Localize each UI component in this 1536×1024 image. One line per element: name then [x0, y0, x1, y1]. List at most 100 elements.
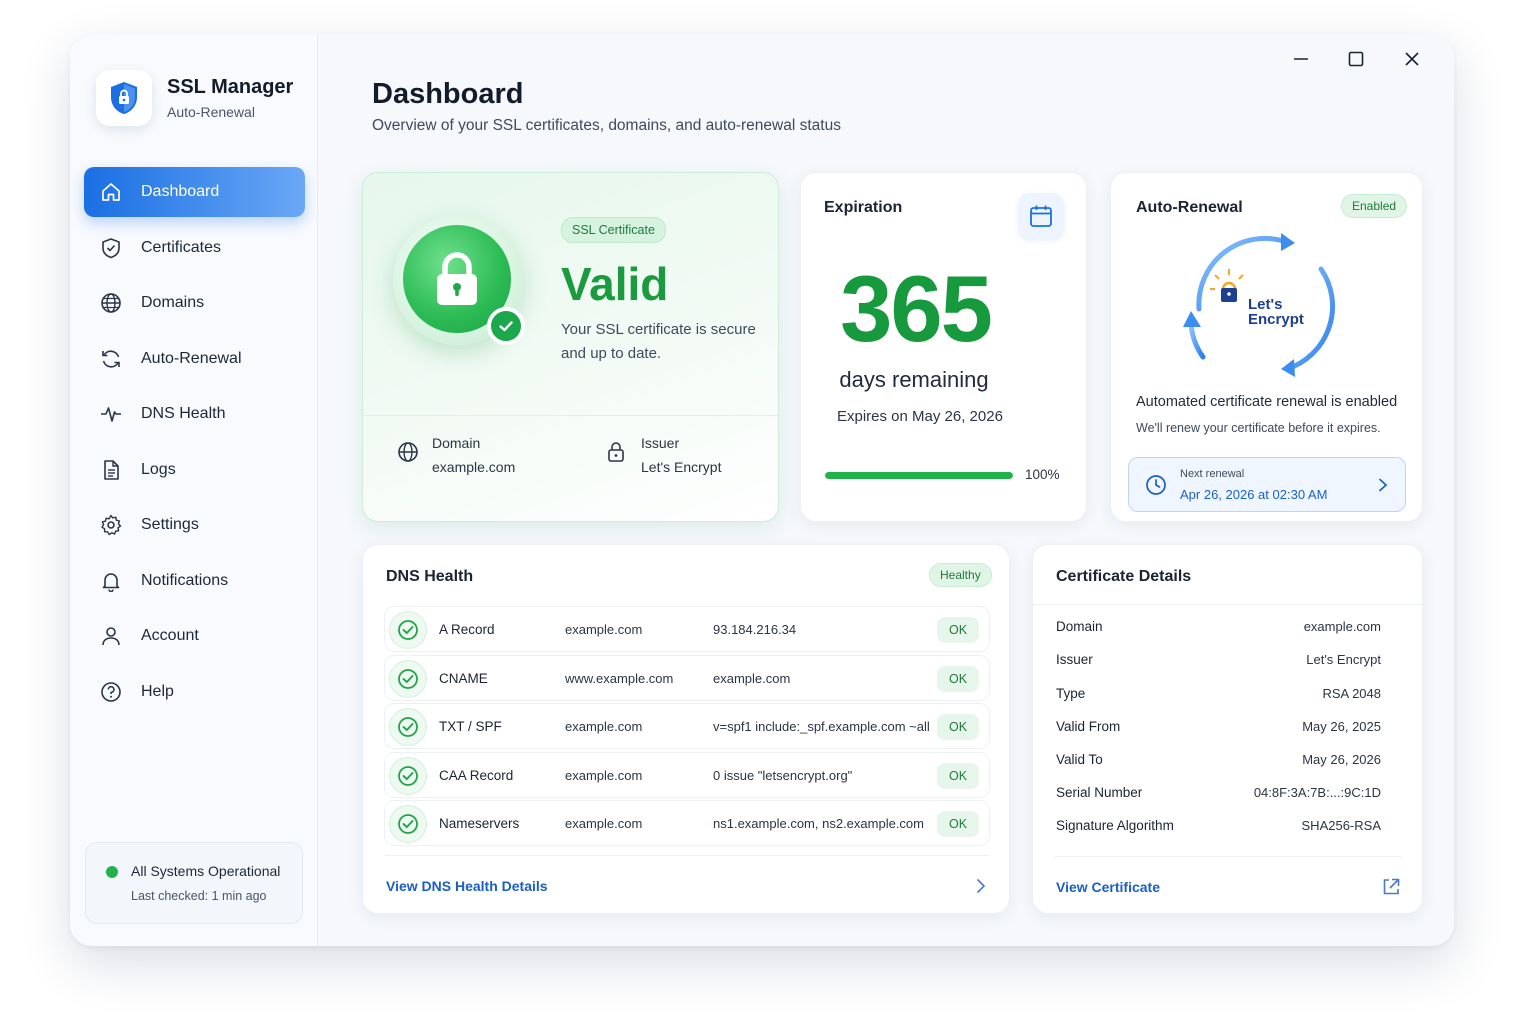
detail-value: May 26, 2025: [1302, 719, 1381, 734]
next-renewal-button[interactable]: Next renewal Apr 26, 2026 at 02:30 AM: [1128, 457, 1406, 512]
detail-row: Issuer Let's Encrypt: [1056, 652, 1381, 667]
view-dns-health-details-link[interactable]: View DNS Health Details: [386, 878, 548, 894]
auto-renewal-card: Auto-Renewal Enabled Let's Encrypt Autom…: [1110, 172, 1423, 522]
domain-label: Domain: [432, 435, 481, 451]
table-row[interactable]: TXT / SPF example.com v=spf1 include:_sp…: [384, 703, 990, 749]
chevron-right-icon[interactable]: [975, 878, 987, 894]
enabled-badge: Enabled: [1341, 194, 1408, 218]
status-badge: OK: [937, 617, 979, 643]
sidebar-item-certificates[interactable]: Certificates: [84, 223, 305, 273]
record-host: example.com: [565, 622, 643, 637]
record-host: example.com: [565, 816, 643, 831]
detail-label: Valid From: [1056, 719, 1121, 734]
status-last-checked: Last checked: 1 min ago: [131, 889, 267, 903]
bell-icon: [100, 570, 122, 592]
lets-encrypt-logo-line2: Encrypt: [1248, 311, 1304, 328]
record-type: CNAME: [439, 671, 488, 686]
domain-value: example.com: [432, 459, 516, 475]
progress-percent: 100%: [1025, 467, 1060, 482]
app-subtitle: Auto-Renewal: [167, 104, 255, 120]
ssl-issuer-info: Issuer Let's Encrypt: [606, 435, 722, 475]
sidebar-item-label: Dashboard: [141, 183, 220, 200]
expires-on-text: Expires on May 26, 2026: [837, 408, 1003, 425]
progress-fill: [825, 472, 1013, 479]
sidebar-item-label: Help: [141, 682, 174, 700]
sidebar-item-domains[interactable]: Domains: [84, 278, 305, 328]
healthy-badge: Healthy: [929, 563, 992, 587]
detail-row: Type RSA 2048: [1056, 686, 1381, 701]
ssl-status-card: SSL Certificate Valid Your SSL certifica…: [362, 172, 779, 522]
record-value: 93.184.216.34: [713, 622, 797, 637]
ssl-domain-info: Domain example.com: [397, 435, 515, 475]
auto-renewal-note: We'll renew your certificate before it e…: [1136, 421, 1381, 435]
detail-value: Let's Encrypt: [1306, 652, 1381, 667]
sidebar-item-account[interactable]: Account: [84, 611, 305, 661]
sidebar-item-notifications[interactable]: Notifications: [84, 556, 305, 606]
table-row[interactable]: Nameservers example.com ns1.example.com,…: [384, 800, 990, 846]
check-circle-icon: [389, 757, 427, 795]
record-host: example.com: [565, 768, 643, 783]
sidebar-nav: Dashboard Certificates Domains Auto-Rene…: [84, 167, 305, 722]
issuer-value: Let's Encrypt: [641, 459, 722, 475]
help-icon: [100, 681, 122, 703]
detail-value: RSA 2048: [1322, 686, 1381, 701]
status-badge: OK: [937, 763, 979, 789]
expiration-card: Expiration 365 days remaining Expires on…: [800, 172, 1087, 522]
detail-value: example.com: [1303, 619, 1381, 634]
brand: SSL Manager Auto-Renewal: [96, 70, 293, 126]
record-host: example.com: [565, 719, 643, 734]
certificate-details-card: Certificate Details Domain example.com I…: [1032, 544, 1424, 914]
view-certificate-link[interactable]: View Certificate: [1056, 879, 1160, 895]
next-renewal-value: Apr 26, 2026 at 02:30 AM: [1180, 487, 1328, 502]
days-remaining-number: 365: [840, 256, 993, 361]
detail-label: Valid To: [1056, 752, 1103, 767]
status-dot: [106, 866, 118, 878]
chevron-right-icon: [1379, 478, 1388, 492]
clock-icon: [1146, 475, 1166, 495]
sidebar-item-help[interactable]: Help: [84, 667, 305, 717]
page-subtitle: Overview of your SSL certificates, domai…: [372, 117, 841, 134]
sidebar-item-settings[interactable]: Settings: [84, 500, 305, 550]
status-title: All Systems Operational: [131, 863, 281, 879]
close-button[interactable]: [1398, 48, 1426, 70]
detail-label: Signature Algorithm: [1056, 818, 1174, 833]
sidebar-item-label: Domains: [141, 294, 205, 311]
table-row[interactable]: CAA Record example.com 0 issue "letsencr…: [384, 752, 990, 798]
sidebar-item-label: Settings: [141, 516, 199, 533]
table-row[interactable]: CNAME www.example.com example.com OK: [384, 655, 990, 701]
record-value: 0 issue "letsencrypt.org": [713, 768, 853, 783]
pulse-icon: [100, 403, 122, 425]
detail-row: Signature Algorithm SHA256-RSA: [1056, 818, 1381, 833]
status-badge: OK: [937, 714, 979, 740]
check-circle-icon: [389, 611, 427, 649]
check-circle-icon: [389, 805, 427, 843]
sidebar-item-label: Certificates: [141, 238, 222, 256]
app-window: SSL Manager Auto-Renewal Dashboard Certi…: [70, 34, 1454, 946]
external-link-icon[interactable]: [1381, 877, 1401, 897]
sidebar-item-dns-health[interactable]: DNS Health: [84, 389, 305, 439]
record-value: v=spf1 include:_spf.example.com ~all: [713, 719, 930, 734]
status-badge: OK: [937, 811, 979, 837]
check-circle-icon: [389, 708, 427, 746]
dns-health-card: DNS Health Healthy A Record example.com …: [362, 544, 1010, 914]
ssl-certificate-badge: SSL Certificate: [561, 217, 666, 243]
check-circle-icon: [389, 660, 427, 698]
detail-row: Serial Number 04:8F:3A:7B:...:9C:1D: [1056, 785, 1381, 800]
minimize-button[interactable]: [1287, 48, 1315, 70]
expiration-progress-bar: [825, 472, 1013, 479]
detail-label: Domain: [1056, 619, 1103, 634]
table-row[interactable]: A Record example.com 93.184.216.34 OK: [384, 606, 990, 652]
calendar-icon[interactable]: [1018, 193, 1064, 239]
maximize-icon: [1348, 51, 1364, 67]
sidebar-item-logs[interactable]: Logs: [84, 445, 305, 495]
record-type: A Record: [439, 622, 495, 637]
document-icon: [100, 459, 122, 481]
sidebar-item-auto-renewal[interactable]: Auto-Renewal: [84, 334, 305, 384]
globe-icon: [100, 292, 122, 314]
globe-icon: [397, 435, 419, 475]
sidebar-item-dashboard[interactable]: Dashboard: [84, 167, 305, 217]
dns-health-title: DNS Health: [386, 568, 474, 585]
detail-value: 04:8F:3A:7B:...:9C:1D: [1253, 785, 1381, 800]
detail-row: Valid To May 26, 2026: [1056, 752, 1381, 767]
maximize-button[interactable]: [1342, 48, 1370, 70]
